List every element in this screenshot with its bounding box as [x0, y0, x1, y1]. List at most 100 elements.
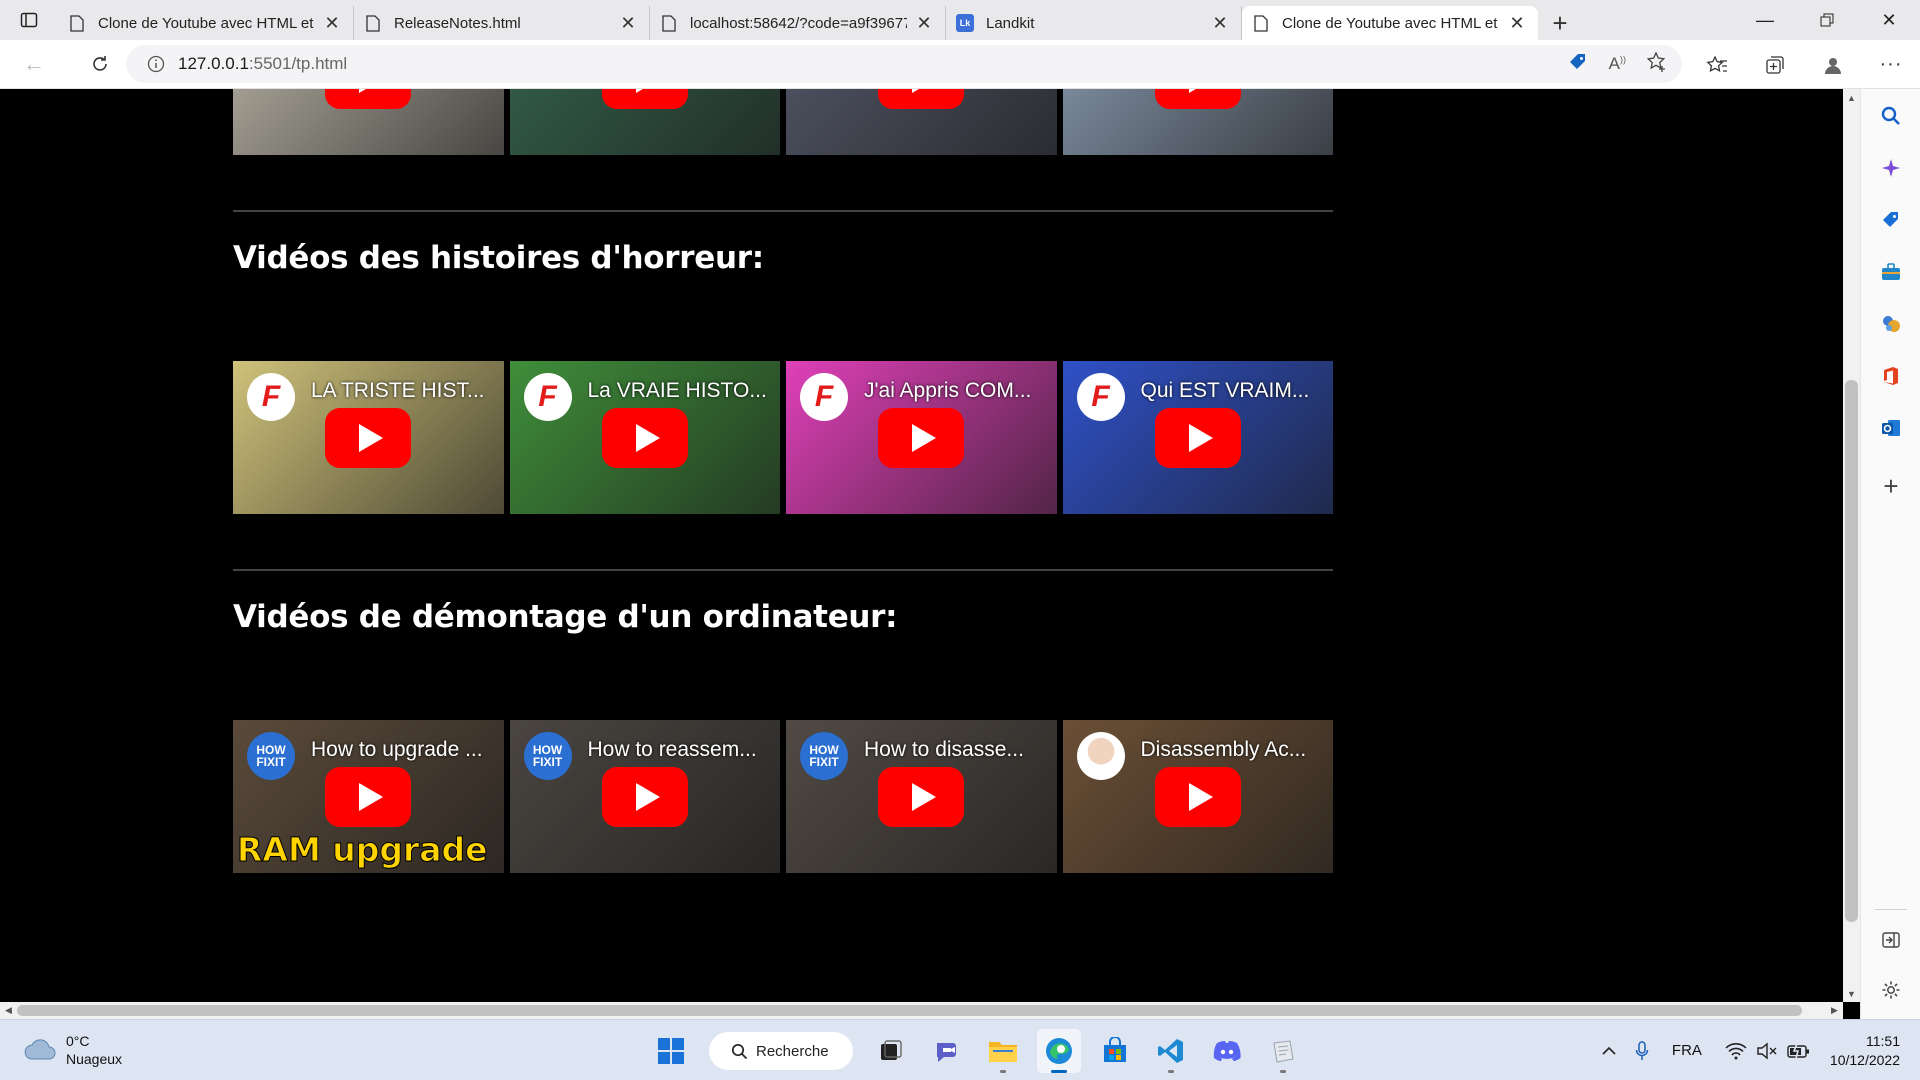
discord-button[interactable] — [1205, 1029, 1249, 1073]
youtube-embed[interactable]: Diorama of reali... — [233, 89, 504, 155]
start-button[interactable] — [649, 1029, 693, 1073]
scroll-right-arrow-icon[interactable]: ▶ — [1826, 1002, 1843, 1019]
vertical-scrollbar[interactable]: ▲ ▼ — [1843, 89, 1860, 1002]
sidebar-add-icon[interactable]: + — [1878, 471, 1904, 501]
microphone-icon[interactable] — [1635, 1040, 1649, 1061]
tab-actions-button[interactable] — [0, 0, 58, 40]
refresh-button[interactable] — [78, 42, 122, 86]
youtube-embed[interactable]: HOW FIXIT How to upgrade ... RAM upgrade — [233, 720, 504, 873]
channel-avatar[interactable]: F — [800, 373, 848, 421]
youtube-embed[interactable]: Diorama of MIN... — [509, 89, 780, 155]
horizontal-scrollbar-thumb[interactable] — [17, 1005, 1802, 1016]
tab-landkit[interactable]: Lk Landkit ✕ — [946, 6, 1242, 40]
tab-youtube-clone-1[interactable]: Clone de Youtube avec HTML et ✕ — [58, 6, 354, 40]
add-favorite-icon[interactable] — [1646, 50, 1668, 78]
sidebar-hide-icon[interactable] — [1878, 927, 1904, 953]
play-button-icon[interactable] — [1154, 766, 1241, 827]
address-bar[interactable]: 127.0.0.1:5501/tp.html A)) — [126, 45, 1682, 83]
store-button[interactable] — [1093, 1029, 1137, 1073]
tab-localhost[interactable]: localhost:58642/?code=a9f39677 ✕ — [650, 6, 946, 40]
close-tab-icon[interactable]: ✕ — [1506, 12, 1528, 34]
system-clock[interactable]: 11:51 10/12/2022 — [1830, 1032, 1900, 1070]
video-title[interactable]: LA TRISTE HIST... — [311, 379, 492, 403]
play-button-icon[interactable] — [878, 89, 965, 109]
profile-button[interactable] — [1804, 40, 1862, 89]
scroll-left-arrow-icon[interactable]: ◀ — [0, 1002, 17, 1019]
sidebar-settings-icon[interactable] — [1878, 977, 1904, 1003]
play-button-icon[interactable] — [1154, 407, 1241, 468]
channel-avatar[interactable]: HOW FIXIT — [247, 732, 295, 780]
settings-menu-button[interactable]: ··· — [1862, 40, 1920, 89]
close-tab-icon[interactable]: ✕ — [913, 12, 935, 34]
volume-muted-icon[interactable] — [1756, 1042, 1778, 1060]
sidebar-tools-icon[interactable] — [1878, 259, 1904, 285]
channel-avatar[interactable]: F — [523, 373, 572, 421]
teams-chat-button[interactable] — [925, 1029, 969, 1073]
close-tab-icon[interactable]: ✕ — [617, 12, 639, 34]
tab-youtube-clone-active[interactable]: Clone de Youtube avec HTML et ✕ — [1242, 6, 1538, 40]
play-button-icon[interactable] — [325, 766, 412, 827]
url-text[interactable]: 127.0.0.1:5501/tp.html — [178, 54, 347, 74]
scroll-down-arrow-icon[interactable]: ▼ — [1843, 985, 1860, 1002]
play-button-icon[interactable] — [1154, 89, 1241, 109]
youtube-embed[interactable]: Disassembly Ac... — [1062, 720, 1333, 873]
minimize-button[interactable]: — — [1734, 0, 1796, 40]
favorites-button[interactable] — [1688, 40, 1746, 89]
language-indicator[interactable]: FRA — [1672, 1042, 1702, 1059]
vertical-scrollbar-thumb[interactable] — [1845, 380, 1858, 922]
sidebar-shopping-icon[interactable] — [1878, 207, 1904, 233]
play-button-icon[interactable] — [878, 407, 965, 468]
weather-widget[interactable]: 0°C Nuageux — [22, 1032, 122, 1068]
sidebar-games-icon[interactable] — [1878, 311, 1904, 337]
play-button-icon[interactable] — [325, 89, 412, 109]
video-title[interactable]: How to reassem... — [588, 738, 769, 762]
app-button-generic[interactable] — [1261, 1029, 1305, 1073]
scroll-up-arrow-icon[interactable]: ▲ — [1843, 89, 1860, 106]
video-title[interactable]: La VRAIE HISTO... — [588, 379, 769, 403]
channel-avatar[interactable]: F — [1076, 373, 1125, 421]
video-title[interactable]: How to disasse... — [864, 738, 1045, 762]
file-explorer-button[interactable] — [981, 1029, 1025, 1073]
back-button[interactable]: ← — [12, 42, 56, 86]
channel-avatar[interactable]: HOW FIXIT — [800, 732, 848, 780]
video-title[interactable]: J'ai Appris COM... — [864, 379, 1045, 403]
battery-icon[interactable] — [1787, 1043, 1811, 1059]
close-tab-icon[interactable]: ✕ — [321, 12, 343, 34]
play-button-icon[interactable] — [601, 407, 688, 468]
close-tab-icon[interactable]: ✕ — [1209, 12, 1231, 34]
video-title[interactable]: Disassembly Ac... — [1141, 738, 1322, 762]
sidebar-search-icon[interactable] — [1878, 103, 1904, 129]
tab-release-notes[interactable]: ReleaseNotes.html ✕ — [354, 6, 650, 40]
collections-button[interactable] — [1746, 40, 1804, 89]
youtube-embed[interactable]: How to make a r... — [786, 89, 1057, 155]
channel-avatar[interactable] — [1076, 732, 1125, 780]
youtube-embed[interactable]: F Qui EST VRAIM... — [1062, 361, 1333, 514]
youtube-embed[interactable]: How To Make R... — [1062, 89, 1333, 155]
play-button-icon[interactable] — [601, 766, 688, 827]
video-title[interactable]: How to upgrade ... — [311, 738, 492, 762]
site-info-icon[interactable] — [136, 55, 176, 73]
sidebar-discover-icon[interactable] — [1878, 155, 1904, 181]
show-hidden-icons-chevron-up-icon[interactable] — [1601, 1046, 1617, 1056]
youtube-embed[interactable]: F LA TRISTE HIST... — [233, 361, 504, 514]
edge-taskbar-button[interactable] — [1037, 1029, 1081, 1073]
play-button-icon[interactable] — [325, 407, 412, 468]
youtube-embed[interactable]: F J'ai Appris COM... — [786, 361, 1057, 514]
video-title[interactable]: Qui EST VRAIM... — [1141, 379, 1322, 403]
channel-avatar[interactable]: HOW FIXIT — [523, 732, 572, 780]
sidebar-outlook-icon[interactable] — [1878, 415, 1904, 441]
restore-button[interactable] — [1796, 0, 1858, 40]
youtube-embed[interactable]: HOW FIXIT How to reassem... — [509, 720, 780, 873]
close-window-button[interactable]: ✕ — [1858, 0, 1920, 40]
play-button-icon[interactable] — [601, 89, 688, 109]
new-tab-button[interactable]: + — [1538, 6, 1582, 40]
sidebar-office-icon[interactable] — [1878, 363, 1904, 389]
channel-avatar[interactable]: F — [247, 373, 295, 421]
wifi-icon[interactable] — [1725, 1042, 1747, 1060]
taskbar-search[interactable]: Recherche — [709, 1032, 853, 1070]
read-aloud-icon[interactable]: A)) — [1609, 54, 1626, 74]
youtube-embed[interactable]: HOW FIXIT How to disasse... — [786, 720, 1057, 873]
task-view-button[interactable] — [869, 1029, 913, 1073]
shopping-tag-icon[interactable] — [1567, 51, 1589, 78]
youtube-embed[interactable]: F La VRAIE HISTO... — [509, 361, 780, 514]
